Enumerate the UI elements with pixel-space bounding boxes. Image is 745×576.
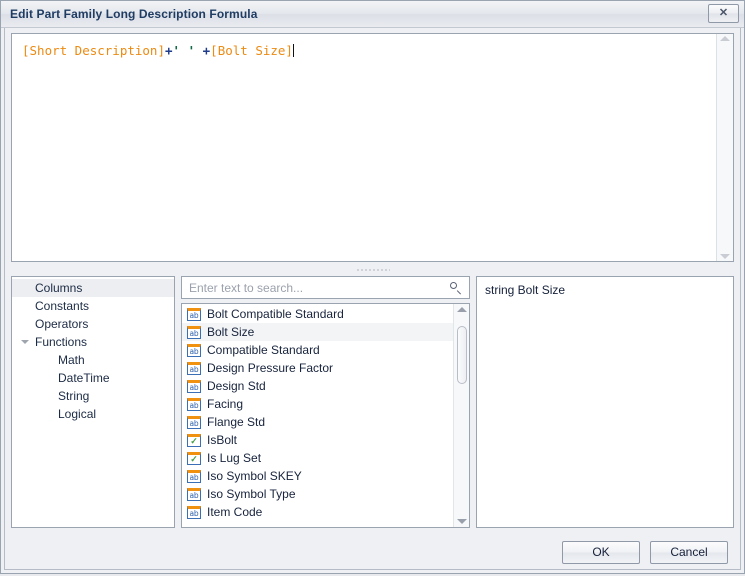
list-item[interactable]: ab Iso Symbol SKEY <box>182 467 453 485</box>
list-item[interactable]: ab Bolt Size <box>182 323 453 341</box>
list-item-label: Bolt Size <box>207 325 255 339</box>
string-field-icon: ab <box>187 415 201 429</box>
dialog-body: [Short Description]+' ' +[Bolt Size] Col… <box>1 28 744 576</box>
string-field-icon: ab <box>187 397 201 411</box>
search-input[interactable] <box>189 280 449 295</box>
tree-item-datetime[interactable]: DateTime <box>12 369 174 387</box>
tree-item-label: Functions <box>35 335 88 349</box>
list-item-label: Design Std <box>207 379 266 393</box>
list-item-label: IsBolt <box>207 433 238 447</box>
string-field-icon: ab <box>187 343 201 357</box>
field-list-pane: ab Bolt Compatible Standard ab Bolt Size ab C… <box>181 276 470 528</box>
string-field-icon: ab <box>187 505 201 519</box>
string-field-icon: ab <box>187 469 201 483</box>
list-scroll-thumb[interactable] <box>457 326 467 384</box>
boolean-field-icon: ✓ <box>187 451 201 465</box>
field-description: string Bolt Size <box>485 283 566 297</box>
category-tree[interactable]: Columns Constants Operators Functions Math Da… <box>11 276 175 528</box>
list-item[interactable]: ab Item Code <box>182 503 453 521</box>
splitter-grip-icon <box>355 266 390 272</box>
formula-editor-scrollbar[interactable] <box>716 34 733 261</box>
list-item[interactable]: ✓ IsBolt <box>182 431 453 449</box>
tree-item-logical[interactable]: Logical <box>12 405 174 423</box>
ok-button[interactable]: OK <box>562 540 640 564</box>
list-item-label: Iso Symbol SKEY <box>207 469 302 483</box>
list-item[interactable]: ab Flange Std <box>182 413 453 431</box>
tree-item-label: Math <box>58 353 85 367</box>
text-caret <box>292 44 294 57</box>
window-title: Edit Part Family Long Description Formul… <box>10 7 258 21</box>
splitter[interactable] <box>7 262 738 276</box>
field-list-scrollbar[interactable] <box>453 304 469 527</box>
cancel-button[interactable]: Cancel <box>650 540 728 564</box>
tree-item-functions[interactable]: Functions <box>12 333 174 351</box>
list-item[interactable]: ab Compatible Standard <box>182 341 453 359</box>
field-list-box[interactable]: ab Bolt Compatible Standard ab Bolt Size ab C… <box>181 303 470 528</box>
list-item-label: Design Pressure Factor <box>207 361 334 375</box>
tree-item-label: Columns <box>35 281 83 295</box>
boolean-field-icon: ✓ <box>187 433 201 447</box>
list-item-label: Facing <box>207 397 244 411</box>
tree-item-constants[interactable]: Constants <box>12 297 174 315</box>
formula-token-op: + <box>165 43 173 58</box>
list-scroll-down-icon[interactable] <box>456 519 467 524</box>
title-bar: Edit Part Family Long Description Formul… <box>1 1 744 28</box>
category-browser: Columns Constants Operators Functions Math Da… <box>11 276 734 528</box>
search-icon[interactable] <box>449 281 463 295</box>
tree-item-operators[interactable]: Operators <box>12 315 174 333</box>
list-item[interactable]: ab Facing <box>182 395 453 413</box>
string-field-icon: ab <box>187 307 201 321</box>
tree-item-label: Logical <box>58 407 97 421</box>
tree-item-label: String <box>58 389 90 403</box>
list-item[interactable]: ab Bolt Compatible Standard <box>182 305 453 323</box>
list-scroll-up-icon[interactable] <box>456 307 467 312</box>
list-item-label: Compatible Standard <box>207 343 320 357</box>
list-item-label: Flange Std <box>207 415 266 429</box>
close-button[interactable]: ✕ <box>708 4 739 23</box>
formula-token-op: + <box>195 43 211 58</box>
field-list[interactable]: ab Bolt Compatible Standard ab Bolt Size ab C… <box>182 304 453 527</box>
tree-item-string[interactable]: String <box>12 387 174 405</box>
string-field-icon: ab <box>187 487 201 501</box>
tree-item-math[interactable]: Math <box>12 351 174 369</box>
string-field-icon: ab <box>187 361 201 375</box>
list-item[interactable]: ab Design Pressure Factor <box>182 359 453 377</box>
string-field-icon: ab <box>187 379 201 393</box>
scroll-down-icon[interactable] <box>720 254 730 259</box>
list-item-label: Iso Symbol Type <box>207 487 296 501</box>
tree-item-columns[interactable]: Columns <box>12 279 174 297</box>
formula-token-field: [Short Description] <box>22 43 165 58</box>
list-item-label: Item Code <box>207 505 263 519</box>
list-item-label: Is Lug Set <box>207 451 262 465</box>
tree-item-label: DateTime <box>58 371 110 385</box>
list-item[interactable]: ab Design Std <box>182 377 453 395</box>
dialog-footer: OK Cancel <box>7 528 738 576</box>
formula-token-string: ' ' <box>172 43 196 58</box>
string-field-icon: ab <box>187 325 201 339</box>
chevron-down-icon[interactable] <box>18 340 32 344</box>
formula-editor[interactable]: [Short Description]+' ' +[Bolt Size] <box>11 33 734 262</box>
formula-text[interactable]: [Short Description]+' ' +[Bolt Size] <box>12 34 716 261</box>
tree-item-label: Operators <box>35 317 89 331</box>
list-item[interactable]: ✓ Is Lug Set <box>182 449 453 467</box>
list-item-label: Bolt Compatible Standard <box>207 307 344 321</box>
list-item[interactable]: ab Iso Symbol Type <box>182 485 453 503</box>
edit-formula-dialog: Edit Part Family Long Description Formul… <box>0 0 745 574</box>
field-info-pane: string Bolt Size <box>476 276 734 528</box>
tree-item-label: Constants <box>35 299 90 313</box>
close-icon: ✕ <box>718 7 729 19</box>
scroll-up-icon[interactable] <box>720 36 730 41</box>
formula-token-field: [Bolt Size] <box>210 43 293 58</box>
search-box[interactable] <box>181 276 470 299</box>
